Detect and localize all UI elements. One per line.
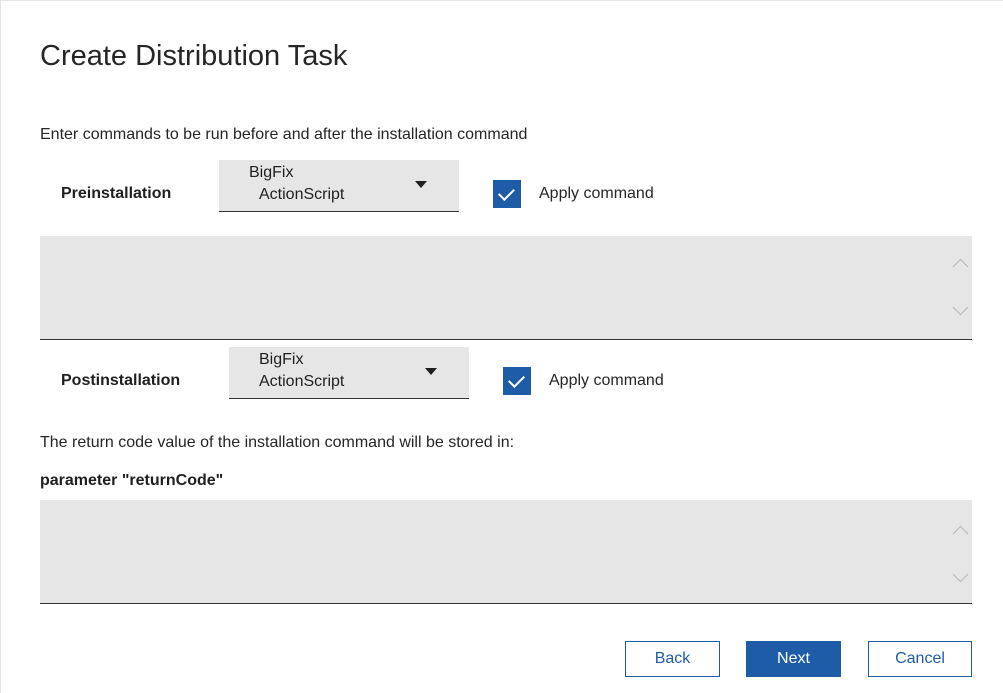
postinstallation-type-line1: BigFix bbox=[259, 351, 304, 368]
postinstallation-type-value: BigFix ActionScript bbox=[259, 349, 409, 393]
chevron-down-icon[interactable] bbox=[952, 566, 969, 583]
cancel-button[interactable]: Cancel bbox=[868, 641, 972, 677]
chevron-up-icon[interactable] bbox=[952, 525, 969, 542]
preinstallation-label: Preinstallation bbox=[61, 185, 172, 202]
postinstallation-apply-checkbox[interactable] bbox=[503, 367, 531, 395]
preinstallation-apply-checkbox[interactable] bbox=[493, 180, 521, 208]
preinstallation-apply-label: Apply command bbox=[539, 185, 654, 202]
instructions-text: Enter commands to be run before and afte… bbox=[40, 126, 528, 143]
preinstallation-type-dropdown[interactable]: BigFix ActionScript bbox=[219, 160, 459, 212]
checkmark-icon bbox=[508, 371, 525, 388]
caret-down-icon bbox=[425, 368, 437, 375]
postinstallation-label: Postinstallation bbox=[61, 372, 181, 389]
return-code-parameter: parameter "returnCode" bbox=[40, 472, 224, 489]
postinstallation-type-dropdown[interactable]: BigFix ActionScript bbox=[229, 347, 469, 399]
preinstallation-type-line2: ActionScript bbox=[259, 186, 345, 203]
chevron-down-icon[interactable] bbox=[952, 299, 969, 316]
preinstallation-type-line1: BigFix bbox=[249, 164, 294, 181]
preinstallation-type-value: BigFix ActionScript bbox=[249, 162, 399, 206]
caret-down-icon bbox=[415, 181, 427, 188]
postinstallation-type-line2: ActionScript bbox=[259, 373, 345, 390]
dialog-top-border bbox=[0, 0, 1003, 1]
postinstallation-apply-label: Apply command bbox=[549, 372, 664, 389]
checkmark-icon bbox=[498, 184, 515, 201]
return-code-input[interactable] bbox=[40, 500, 972, 604]
preinstallation-command-input[interactable] bbox=[40, 236, 972, 340]
back-button[interactable]: Back bbox=[625, 641, 720, 677]
return-code-description: The return code value of the installatio… bbox=[40, 434, 515, 451]
dialog-title: Create Distribution Task bbox=[40, 40, 348, 72]
chevron-up-icon[interactable] bbox=[952, 258, 969, 275]
next-button[interactable]: Next bbox=[746, 641, 841, 677]
dialog-left-border bbox=[0, 0, 1, 693]
